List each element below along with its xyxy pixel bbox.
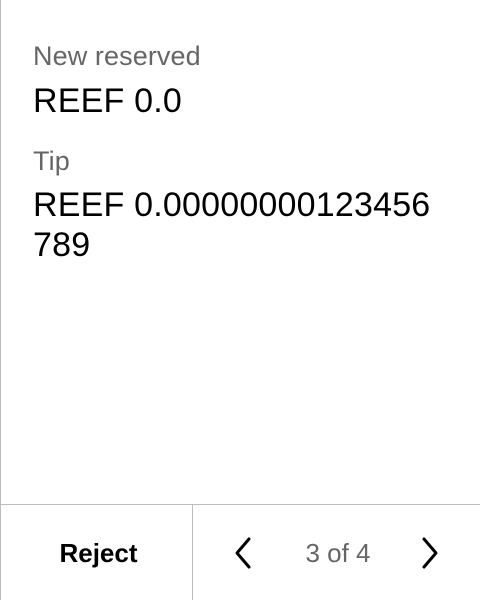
- chevron-left-icon: [235, 537, 251, 569]
- review-footer: Reject 3 of 4: [1, 504, 480, 600]
- previous-page-button[interactable]: [225, 535, 261, 571]
- page-indicator: 3 of 4: [305, 537, 371, 568]
- reject-button[interactable]: Reject: [1, 505, 193, 600]
- next-page-button[interactable]: [412, 535, 448, 571]
- pager: 3 of 4: [193, 505, 480, 600]
- new-reserved-value: REEF 0.0: [33, 82, 182, 120]
- tip-label: Tip: [33, 146, 70, 176]
- chevron-right-icon: [422, 537, 438, 569]
- tip-value: REEF 0.00000000123456789: [33, 186, 431, 264]
- transaction-review-screen: New reserved REEF 0.0 Tip REEF 0.0000000…: [0, 0, 480, 600]
- new-reserved-label: New reserved: [33, 41, 201, 71]
